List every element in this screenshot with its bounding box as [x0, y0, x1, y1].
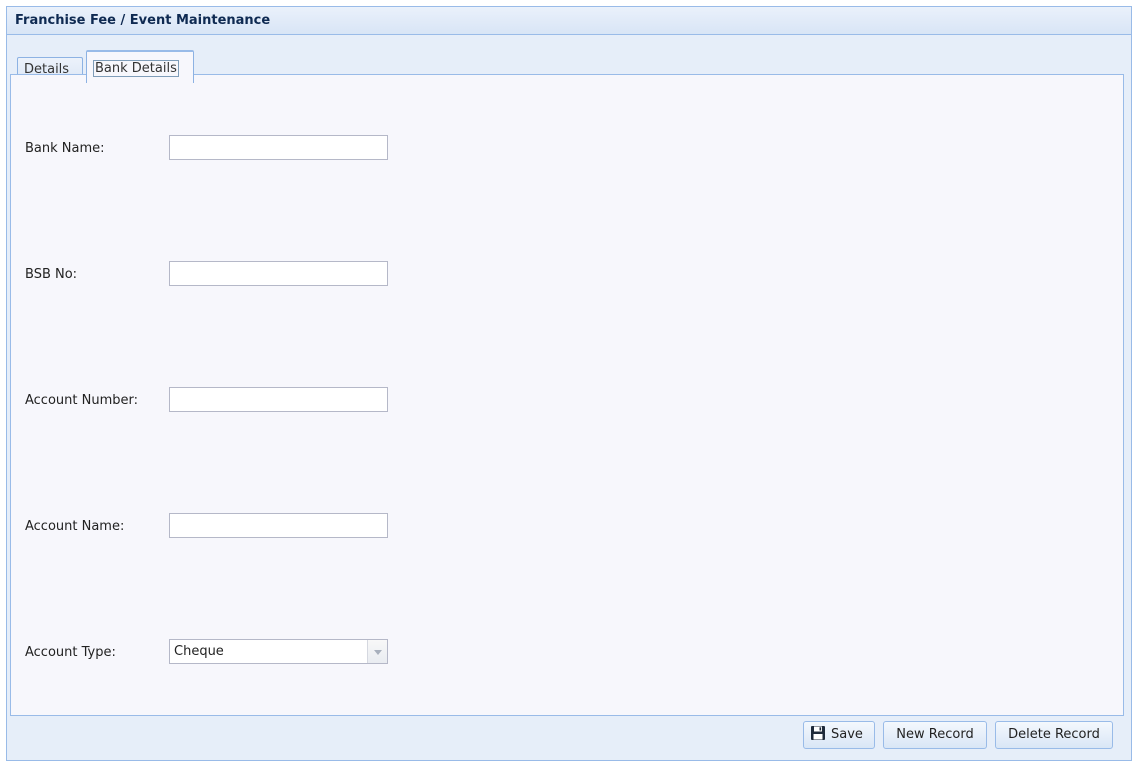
bank-name-label: Bank Name:	[25, 141, 105, 156]
save-button-label: Save	[831, 727, 863, 742]
floppy-disk-icon	[811, 726, 825, 740]
chevron-down-icon[interactable]	[367, 640, 387, 663]
window-title: Franchise Fee / Event Maintenance	[7, 7, 1131, 35]
account-type-label: Account Type:	[25, 645, 116, 660]
tab-bank-details[interactable]: Bank Details	[86, 50, 194, 83]
account-number-input[interactable]	[169, 387, 388, 412]
account-type-value: Cheque	[174, 644, 224, 659]
account-number-label: Account Number:	[25, 393, 138, 408]
tab-bank-details-label: Bank Details	[93, 60, 179, 77]
account-name-label: Account Name:	[25, 519, 125, 534]
bank-name-input[interactable]	[169, 135, 388, 160]
account-name-input[interactable]	[169, 513, 388, 538]
account-type-select[interactable]: Cheque	[169, 639, 388, 664]
delete-record-button[interactable]: Delete Record	[995, 721, 1113, 749]
new-record-button-label: New Record	[896, 727, 974, 742]
bsb-no-label: BSB No:	[25, 267, 78, 282]
bank-details-panel: Bank Name: BSB No: Account Number: Accou…	[10, 74, 1124, 716]
new-record-button[interactable]: New Record	[883, 721, 987, 749]
bsb-no-input[interactable]	[169, 261, 388, 286]
save-button[interactable]: Save	[803, 721, 875, 749]
delete-record-button-label: Delete Record	[1008, 727, 1100, 742]
